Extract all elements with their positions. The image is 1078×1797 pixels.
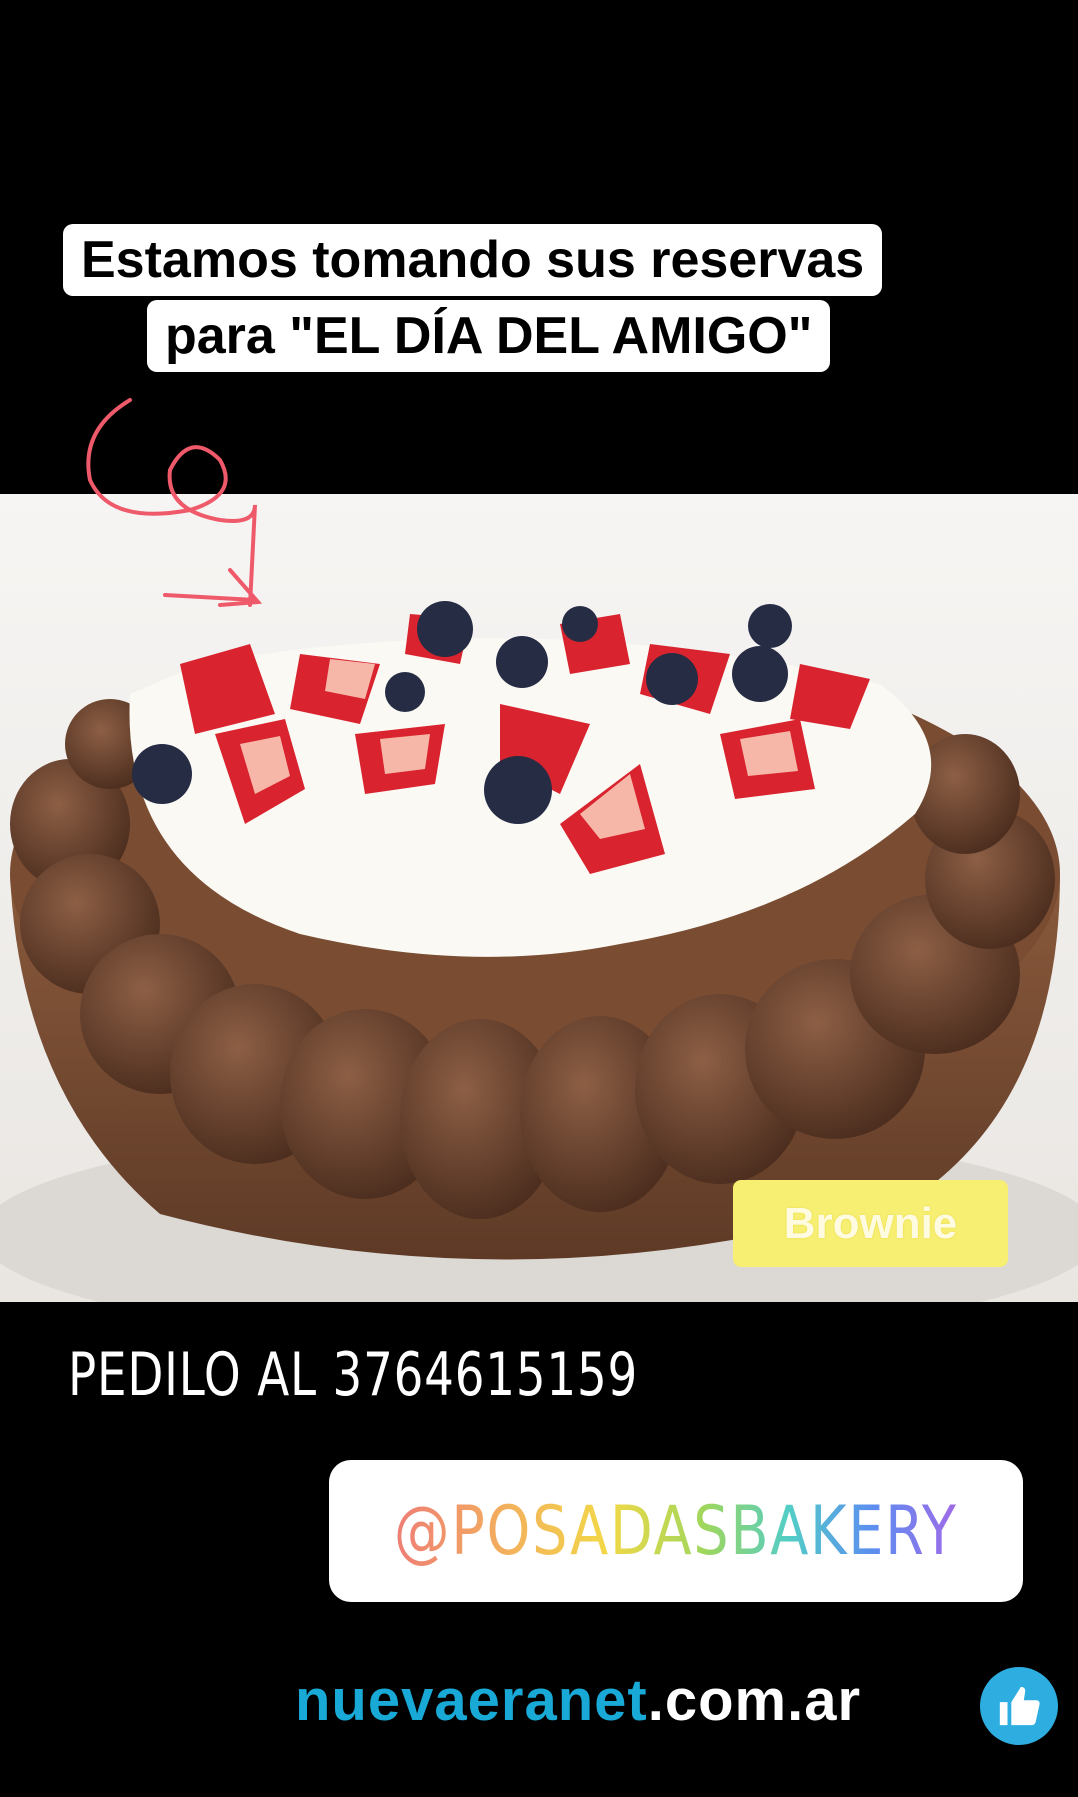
curly-arrow-icon (86, 398, 263, 607)
brownie-tag: Brownie (733, 1180, 1008, 1267)
instagram-handle-box[interactable]: @POSADASBAKERY (329, 1460, 1023, 1602)
thumbs-up-glyph (999, 1686, 1040, 1726)
instagram-handle: @POSADASBAKERY (394, 1491, 958, 1571)
thumbs-up-icon[interactable] (980, 1667, 1058, 1745)
headline-line-1: Estamos tomando sus reservas (63, 224, 883, 296)
website-domain: .com.ar (647, 1668, 862, 1733)
order-phone: PEDILO AL 3764615159 (68, 1340, 639, 1410)
headline-line-2: para "EL DÍA DEL AMIGO" (147, 300, 831, 372)
website-name: nuevaeranet (295, 1668, 648, 1733)
website-link[interactable]: nuevaeranet.com.ar (295, 1667, 861, 1734)
